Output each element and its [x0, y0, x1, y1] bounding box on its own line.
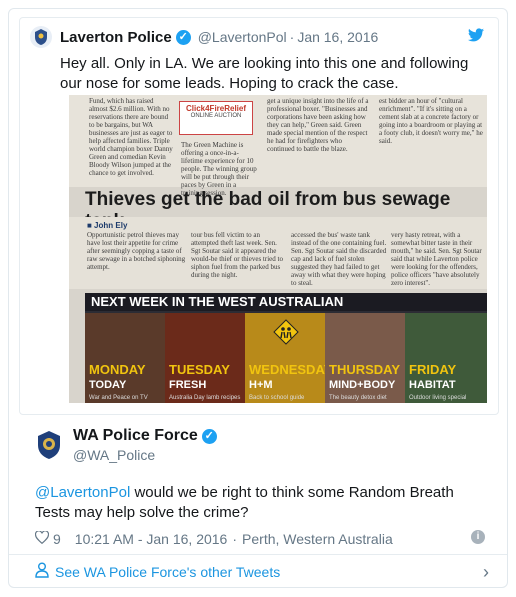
- news-column-right: get a unique insight into the life of a …: [267, 97, 369, 153]
- day-name: TUESDAY: [169, 362, 230, 377]
- tweet-text: @LavertonPol would we be right to think …: [35, 483, 485, 523]
- banner-day-thursday: THURSDAY MIND+BODY The beauty detox diet: [325, 313, 405, 403]
- article-column-1: Opportunistic petrol thieves may have lo…: [87, 231, 186, 271]
- verified-icon: ✓: [201, 428, 217, 444]
- quoted-tweet-date[interactable]: Jan 16, 2016: [297, 29, 378, 45]
- banner-day-monday: MONDAY TODAY War and Peace on TV: [85, 313, 165, 403]
- person-icon: [35, 562, 49, 581]
- day-caption: War and Peace on TV: [89, 395, 148, 401]
- quoted-author-name[interactable]: Laverton Police: [60, 29, 172, 46]
- banner-day-wednesday: WEDNESDAY H+M Back to school guide: [245, 313, 325, 403]
- quoted-author-handle[interactable]: @LavertonPol: [198, 29, 287, 45]
- separator-dot: ·: [232, 531, 238, 547]
- next-week-banner: NEXT WEEK IN THE WEST AUSTRALIAN MONDAY …: [85, 293, 487, 403]
- tweet-timestamp[interactable]: 10:21 AM - Jan 16, 2016: [75, 531, 228, 547]
- day-name: MONDAY: [89, 362, 146, 377]
- banner-day-friday: FRIDAY HABITAT Outdoor living special: [405, 313, 487, 403]
- banner-title: NEXT WEEK IN THE WEST AUSTRALIAN: [85, 293, 487, 311]
- day-topic: MIND+BODY: [329, 379, 396, 391]
- tweet-author[interactable]: WA Police Force ✓ @WA_Police: [35, 427, 221, 463]
- mention-link[interactable]: @LavertonPol: [35, 484, 130, 501]
- newspaper-photo[interactable]: Fund, which has raised almost $2.6 milli…: [69, 95, 487, 403]
- day-caption: The beauty detox diet: [329, 395, 387, 401]
- heart-icon[interactable]: [34, 530, 50, 547]
- see-other-tweets-link[interactable]: See WA Police Force's other Tweets ›: [9, 554, 507, 588]
- news-column-left: Fund, which has raised almost $2.6 milli…: [89, 97, 173, 177]
- banner-day-tuesday: TUESDAY FRESH Australia Day lamb recipes: [165, 313, 245, 403]
- day-topic: HABITAT: [409, 379, 456, 391]
- article-column-2: tour bus fell victim to an attempted the…: [191, 231, 283, 279]
- twitter-bird-icon[interactable]: [468, 28, 484, 47]
- like-count[interactable]: 9: [53, 531, 61, 547]
- quoted-tweet-text: Hey all. Only in LA. We are looking into…: [60, 55, 469, 92]
- day-name: FRIDAY: [409, 362, 457, 377]
- laverton-police-avatar[interactable]: [30, 26, 52, 48]
- separator-dot: ·: [289, 29, 295, 45]
- tweet-card: Laverton Police ✓ @LavertonPol · Jan 16,…: [8, 8, 508, 588]
- info-icon[interactable]: i: [471, 530, 485, 544]
- wa-police-avatar[interactable]: [35, 430, 63, 460]
- school-crossing-sign-icon: [273, 319, 299, 345]
- day-caption: Australia Day lamb recipes: [169, 395, 241, 401]
- day-topic: H+M: [249, 379, 273, 391]
- day-name: WEDNESDAY: [249, 362, 325, 377]
- article-column-4: very hasty retreat, with a somewhat bitt…: [391, 231, 482, 287]
- tweet-meta: 9 10:21 AM - Jan 16, 2016 · Perth, Weste…: [34, 530, 393, 547]
- ad-title: Click4FireRelief: [185, 104, 247, 113]
- day-caption: Back to school guide: [249, 395, 305, 401]
- see-other-tweets-label[interactable]: See WA Police Force's other Tweets: [55, 564, 280, 580]
- day-topic: TODAY: [89, 379, 127, 391]
- author-name[interactable]: WA Police Force: [73, 427, 198, 445]
- article-column-3: accessed the bus' waste tank instead of …: [291, 231, 387, 287]
- day-name: THURSDAY: [329, 362, 401, 377]
- author-name-row: WA Police Force ✓: [73, 427, 221, 445]
- fire-relief-ad: Click4FireRelief ONLINE AUCTION: [179, 101, 253, 135]
- day-topic: FRESH: [169, 379, 207, 391]
- verified-icon: ✓: [175, 29, 191, 45]
- ad-subtitle: ONLINE AUCTION: [190, 113, 242, 119]
- newspaper-top-section: Fund, which has raised almost $2.6 milli…: [69, 95, 487, 197]
- author-handle[interactable]: @WA_Police: [73, 447, 221, 463]
- tweet-location[interactable]: Perth, Western Australia: [242, 531, 393, 547]
- news-column-far-right: est bidder an hour of "cultural enrichme…: [379, 97, 483, 145]
- day-caption: Outdoor living special: [409, 395, 467, 401]
- quoted-tweet-header: Laverton Police ✓ @LavertonPol · Jan 16,…: [30, 26, 488, 48]
- article-byline: ■ John Ely: [87, 221, 128, 230]
- chevron-right-icon[interactable]: ›: [483, 562, 489, 583]
